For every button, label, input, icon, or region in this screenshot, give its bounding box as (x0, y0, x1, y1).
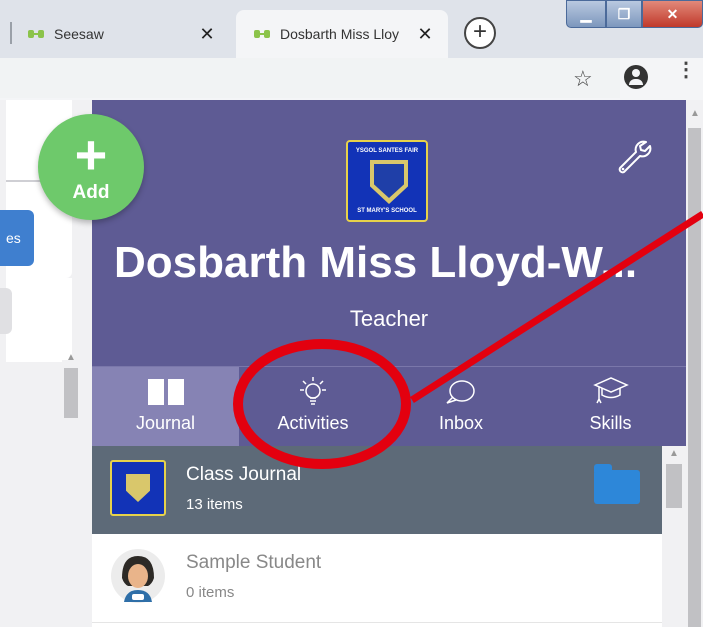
list-item-title: Sample Student (186, 552, 322, 573)
screen: Seesaw ✕ Dosbarth Miss Lloy ✕ + ▁ ❐ ✕ ☆ … (0, 0, 703, 627)
browser-tabstrip: Seesaw ✕ Dosbarth Miss Lloy ✕ + ▁ ❐ ✕ (0, 0, 703, 58)
lightbulb-icon (300, 377, 326, 405)
tab-title: Dosbarth Miss Lloy (280, 26, 400, 42)
tab-label: Inbox (438, 413, 484, 433)
student-avatar (111, 549, 165, 603)
partial-blue-button[interactable]: es (0, 210, 34, 266)
close-tab-icon[interactable]: ✕ (414, 24, 436, 45)
scroll-up-arrow-icon[interactable]: ▲ (690, 108, 700, 119)
close-window-button[interactable]: ✕ (642, 0, 703, 28)
list-item-count: 13 items (186, 496, 243, 513)
user-role: Teacher (349, 306, 429, 331)
scroll-up-arrow-icon[interactable]: ▲ (669, 448, 679, 459)
divider (92, 622, 662, 623)
seesaw-favicon-icon (254, 29, 270, 39)
new-tab-button[interactable]: + (464, 17, 496, 49)
class-panel: YSGOL SANTES FAIR ST MARY'S SCHOOL Dosba… (92, 100, 686, 627)
tab-seesaw[interactable]: Seesaw ✕ (10, 10, 230, 58)
crest-top-text: YSGOL SANTES FAIR (355, 148, 419, 154)
graduation-cap-icon (592, 377, 629, 404)
scrollbar-thumb[interactable] (64, 368, 78, 418)
left-tab-handle[interactable] (0, 288, 12, 334)
browser-toolbar (0, 58, 703, 100)
window-controls: ▁ ❐ ✕ (566, 0, 703, 34)
minimize-button[interactable]: ▁ (566, 0, 606, 28)
seesaw-favicon-icon (28, 29, 44, 39)
crest-bottom-text: ST MARY'S SCHOOL (357, 208, 417, 214)
left-card-lower (6, 278, 72, 362)
wrench-icon[interactable] (616, 138, 652, 174)
list-item-sample-student[interactable]: Sample Student 0 items (92, 534, 662, 622)
tab-title: Seesaw (54, 26, 104, 42)
list-item-title: Class Journal (186, 464, 302, 485)
tab-label: Activities (277, 413, 349, 433)
scrollbar-thumb[interactable] (666, 464, 682, 508)
plus-icon: + (74, 123, 108, 186)
class-nav: Journal Activities Inbox Skills (92, 366, 686, 447)
close-tab-icon[interactable]: ✕ (196, 24, 218, 45)
list-item-count: 0 items (186, 584, 235, 601)
address-bar[interactable] (0, 58, 620, 98)
list-item-class-journal[interactable]: Class Journal 13 items (92, 446, 662, 534)
maximize-button[interactable]: ❐ (606, 0, 642, 28)
scroll-up-arrow-icon[interactable]: ▲ (66, 352, 76, 363)
scrollbar-thumb[interactable] (688, 128, 701, 627)
tab-dosbarth[interactable]: Dosbarth Miss Lloy ✕ (236, 10, 448, 58)
browser-menu-icon[interactable]: ⋮ (676, 60, 696, 80)
add-button-label: Add (72, 182, 110, 203)
crest-shield (370, 160, 408, 204)
tab-journal[interactable]: Journal (92, 367, 239, 447)
class-crest-thumbnail (110, 460, 166, 516)
account-icon[interactable] (624, 65, 648, 89)
tab-activities[interactable]: Activities (239, 367, 387, 447)
folder-icon[interactable] (594, 464, 640, 504)
tab-skills[interactable]: Skills (535, 367, 686, 447)
speech-bubble-icon (446, 380, 475, 404)
left-scrollbar[interactable]: ▲ (62, 352, 80, 627)
add-button[interactable]: + Add (38, 114, 144, 220)
school-crest-logo: YSGOL SANTES FAIR ST MARY'S SCHOOL (346, 140, 428, 222)
bookmark-star-icon[interactable]: ☆ (573, 66, 593, 92)
list-scrollbar[interactable]: ▲ (662, 446, 686, 627)
class-name-title: Dosbarth Miss Lloyd-W... (114, 238, 638, 287)
tab-inbox[interactable]: Inbox (387, 367, 535, 447)
tab-label: Skills (589, 413, 632, 433)
class-header: YSGOL SANTES FAIR ST MARY'S SCHOOL Dosba… (92, 100, 686, 366)
page-scrollbar[interactable]: ▲ (686, 100, 703, 627)
journal-list: Class Journal 13 items Sample Student 0 … (92, 446, 686, 627)
tab-label: Journal (135, 413, 196, 433)
book-icon (147, 379, 184, 405)
